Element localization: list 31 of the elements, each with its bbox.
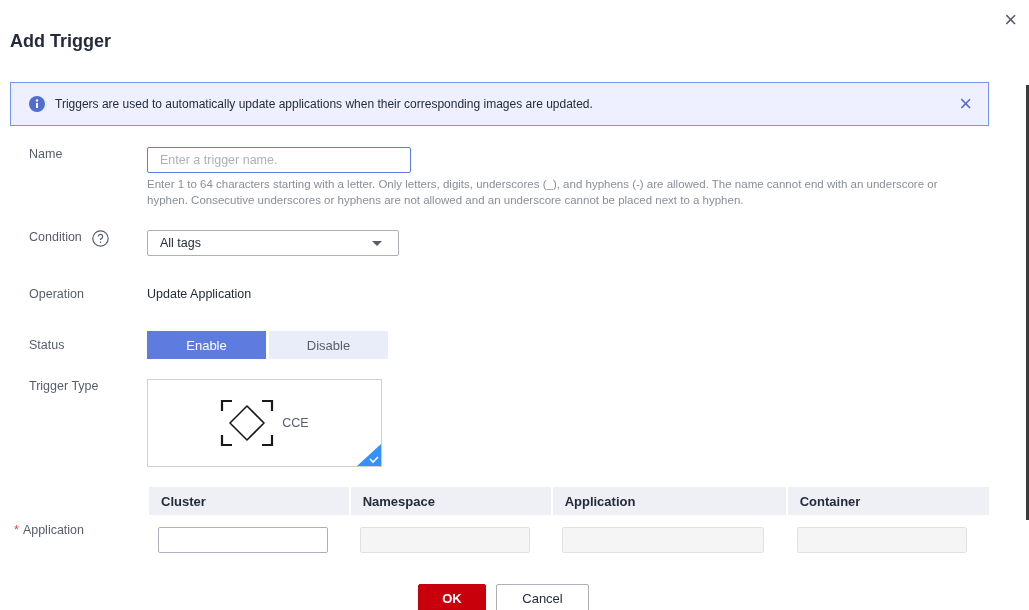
scrollbar[interactable]: [1026, 85, 1029, 520]
condition-dropdown[interactable]: All tags: [147, 230, 399, 256]
operation-value: Update Application: [147, 287, 252, 301]
banner-text: Triggers are used to automatically update applications when their corresponding images are updated.: [55, 97, 594, 111]
column-header: Application: [551, 487, 787, 515]
field-label: Status: [29, 338, 65, 352]
column-header: Namespace: [349, 487, 552, 515]
field-label: Operation: [29, 287, 84, 301]
field-label: Condition: [29, 230, 82, 244]
container-icon: [220, 399, 275, 447]
table-field[interactable]: [158, 527, 328, 553]
dialog-title: Add Trigger: [9, 30, 111, 52]
info-icon: [29, 96, 45, 112]
help-icon[interactable]: [91, 230, 109, 247]
field-label: Application: [22, 523, 85, 537]
status-toggle[interactable]: Disable: [269, 331, 388, 359]
checkmark-icon: [357, 444, 381, 466]
status-toggle[interactable]: Enable: [147, 331, 266, 359]
hint-text: Enter 1 to 64 characters starting with a letter. Only letters, digits, underscores (_), and hyphens (-) are allowed. The name cannot end with an underscore or hyphen. Consecutive underscores or hyphens are not allowed and an underscore cannot be placed next to a hyphen.: [147, 177, 939, 208]
caret-icon: [372, 240, 382, 246]
cancel-button[interactable]: Cancel: [496, 584, 589, 610]
column-header: Container: [786, 487, 989, 515]
close-button[interactable]: ×: [1004, 10, 1017, 30]
ok-button[interactable]: OK: [418, 584, 486, 610]
name-input[interactable]: Enter a trigger name.: [147, 147, 411, 173]
column-header: Cluster: [148, 487, 350, 515]
required-mark: *: [14, 523, 19, 537]
trigger-type-card[interactable]: CCE: [147, 379, 382, 467]
banner-close-button[interactable]: ×: [959, 94, 972, 114]
field-label: Trigger Type: [29, 379, 99, 393]
field-label: Name: [29, 147, 63, 161]
